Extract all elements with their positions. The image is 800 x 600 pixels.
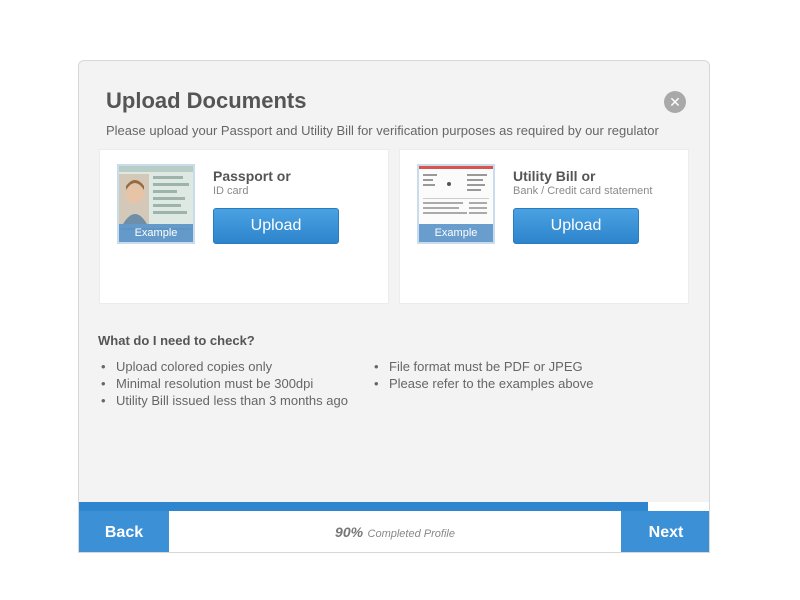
back-button[interactable]: Back (79, 511, 169, 552)
close-icon[interactable]: ✕ (664, 91, 686, 113)
checklist-item: Minimal resolution must be 300dpi (101, 375, 348, 392)
checklist-item: Please refer to the examples above (374, 375, 594, 392)
example-label: Example (419, 224, 493, 242)
modal-subtitle: Please upload your Passport and Utility … (106, 123, 659, 138)
progress-bar (79, 502, 709, 511)
checklist-heading: What do I need to check? (98, 333, 255, 348)
passport-card: Example Passport or ID card Upload (99, 149, 389, 304)
upload-documents-modal: Upload Documents ✕ Please upload your Pa… (78, 60, 710, 553)
utility-bill-title: Utility Bill or (513, 168, 596, 184)
progress-percent: 90% (335, 524, 364, 540)
utility-bill-example-thumbnail[interactable]: Example (417, 164, 495, 244)
next-button[interactable]: Next (621, 511, 709, 552)
passport-subtitle: ID card (213, 185, 249, 197)
modal-footer: Back 90% Completed Profile Next (79, 511, 709, 552)
progress-text: Completed Profile (367, 528, 455, 540)
progress-bar-fill (79, 502, 648, 511)
utility-bill-subtitle: Bank / Credit card statement (513, 185, 653, 197)
checklist-column-2: File format must be PDF or JPEG Please r… (374, 358, 594, 392)
passport-upload-button[interactable]: Upload (213, 208, 339, 244)
passport-title: Passport or (213, 168, 291, 184)
checklist-item: Upload colored copies only (101, 358, 348, 375)
progress-status: 90% Completed Profile (169, 511, 621, 552)
utility-bill-upload-button[interactable]: Upload (513, 208, 639, 244)
checklist-column-1: Upload colored copies only Minimal resol… (101, 358, 348, 409)
checklist-item: File format must be PDF or JPEG (374, 358, 594, 375)
example-label: Example (119, 224, 193, 242)
checklist-item: Utility Bill issued less than 3 months a… (101, 392, 348, 409)
passport-example-thumbnail[interactable]: Example (117, 164, 195, 244)
modal-title: Upload Documents (106, 88, 307, 113)
utility-bill-card: Example Utility Bill or Bank / Credit ca… (399, 149, 689, 304)
